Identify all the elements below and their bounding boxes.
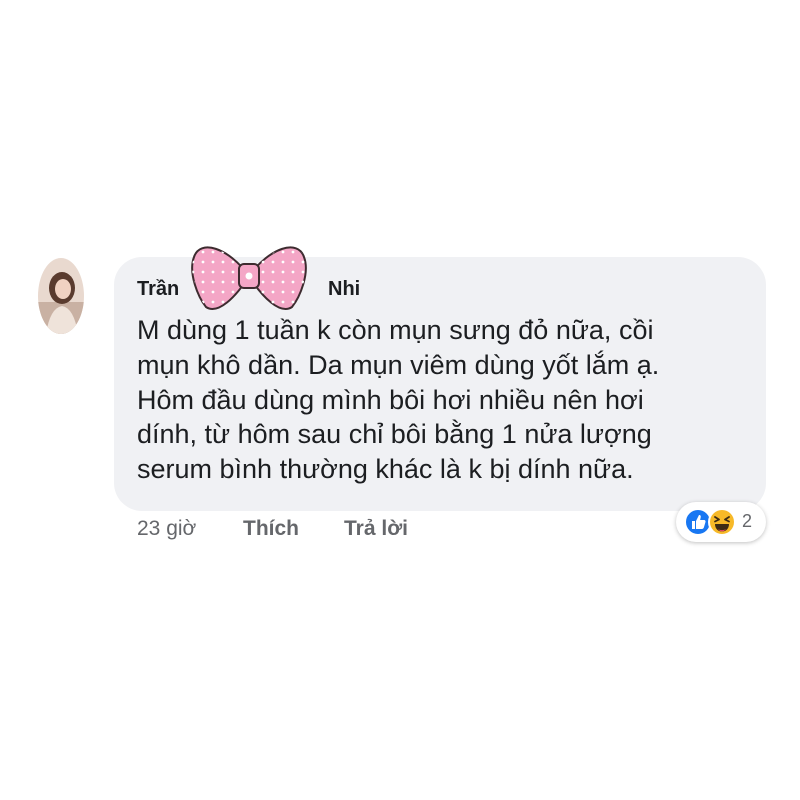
like-button[interactable]: Thích [243,517,299,541]
comment-line: serum bình thường khác là k bị dính nữa. [137,454,634,485]
avatar[interactable] [38,258,84,334]
reaction-count: 2 [742,511,753,531]
author-last-name: Nhi [328,278,361,300]
comment-line: Hôm đầu dùng mình bôi hơi nhiều nên hơi [137,384,644,415]
reaction-summary[interactable]: 2 [676,502,766,542]
comment-line: dính, từ hôm sau chỉ bôi bằng 1 nửa lượn… [137,419,652,450]
reply-button[interactable]: Trả lời [344,517,408,541]
avatar-photo [38,258,84,334]
author-first-name: Trần [137,278,180,300]
comment-text: M dùng 1 tuần k còn mụn sưng đỏ nữa, cồi… [137,313,757,487]
comment-line: mụn khô dần. Da mụn viêm dùng yốt lắm ạ. [137,349,660,380]
haha-icon [708,508,736,536]
comment-line: M dùng 1 tuần k còn mụn sưng đỏ nữa, cồi [137,315,654,345]
bow-sticker-icon [191,246,307,310]
comment-timestamp[interactable]: 23 giờ [137,517,196,541]
